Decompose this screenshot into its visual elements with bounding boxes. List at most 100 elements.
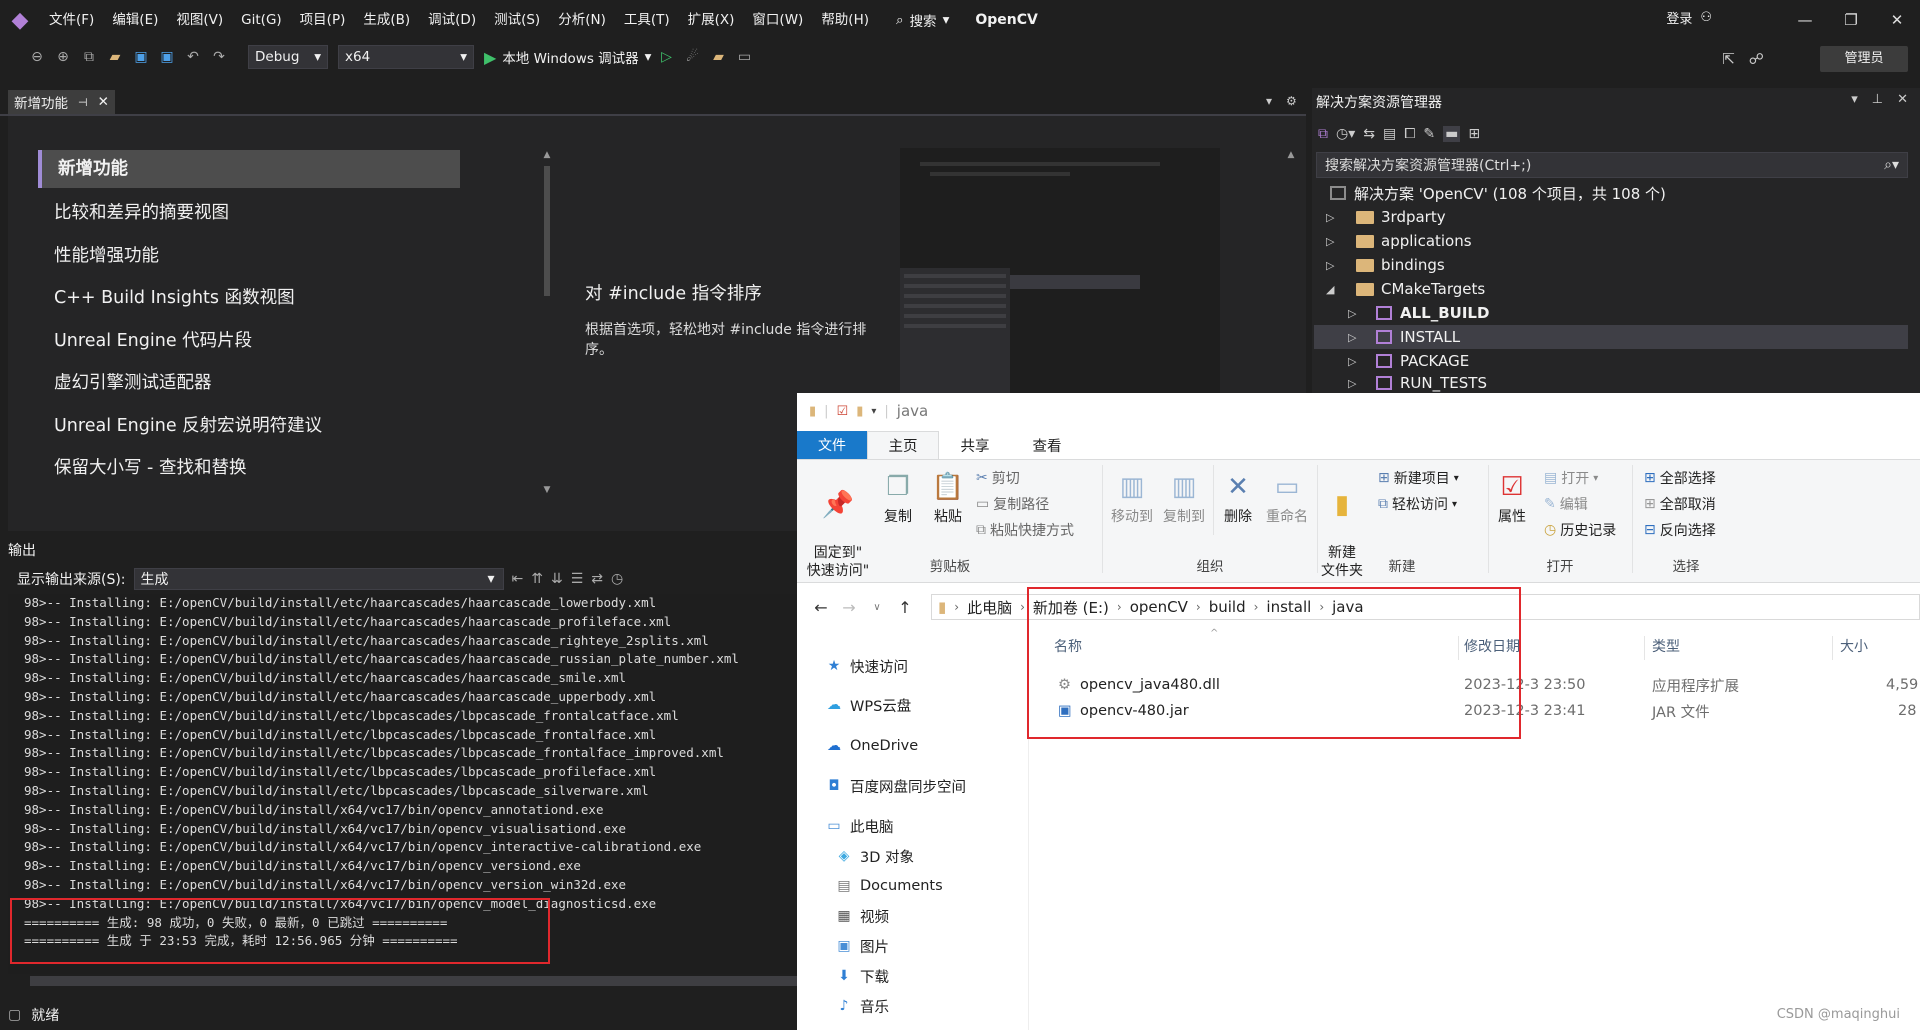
solution-search-input[interactable]: 搜索解决方案资源管理器(Ctrl+;) ⌕▾ — [1316, 152, 1908, 178]
whats-new-item[interactable]: 保留大小写 - 查找和替换 — [38, 447, 460, 490]
search-button[interactable]: ⌕ 搜索 ▾ — [888, 10, 957, 30]
tree-folder[interactable]: ▷ 3rdparty — [1326, 205, 1446, 229]
next-message-icon[interactable]: ⇊ — [551, 571, 563, 587]
clock-icon[interactable]: ◷ — [611, 571, 623, 587]
dropdown-icon[interactable]: ▾ — [1266, 94, 1272, 108]
undo-icon[interactable]: ↶ — [182, 46, 204, 68]
show-all-files-icon[interactable]: ⧠ — [1404, 126, 1415, 142]
menu-tools[interactable]: 工具(T) — [615, 0, 679, 40]
save-icon[interactable]: ▣ — [130, 46, 152, 68]
menu-edit[interactable]: 编辑(E) — [103, 0, 167, 40]
close-button[interactable]: ✕ — [1874, 11, 1920, 29]
properties-icon[interactable]: ☑ — [837, 404, 849, 419]
collapse-icon[interactable]: ◢ — [1326, 283, 1340, 296]
minimize-button[interactable]: — — [1782, 11, 1828, 29]
tree-folder[interactable]: ▷ applications — [1326, 229, 1472, 253]
horizontal-scrollbar[interactable] — [30, 976, 800, 986]
forward-icon[interactable]: ⊕ — [52, 46, 74, 68]
tree-folder[interactable]: ▷ bindings — [1326, 253, 1445, 277]
pin-icon[interactable]: ⊣ — [78, 96, 88, 109]
login-button[interactable]: 登录 ⚇ — [1666, 8, 1712, 27]
preview-scrollbar[interactable]: ▲ — [1284, 150, 1298, 395]
restore-button[interactable]: ❐ — [1828, 11, 1874, 29]
tree-project-selected[interactable]: ▷ INSTALL — [1314, 325, 1908, 349]
breadcrumb-item[interactable]: 此电脑 — [967, 597, 1012, 618]
gear-icon[interactable]: ⚙ — [1286, 94, 1297, 108]
prev-message-icon[interactable]: ⇈ — [531, 571, 543, 587]
solution-node[interactable]: 解决方案 'OpenCV' (108 个项目，共 108 个) — [1330, 181, 1666, 205]
nav-this-pc[interactable]: ▭ 此电脑 — [826, 814, 893, 838]
nav-videos[interactable]: ▦ 视频 — [836, 904, 889, 928]
column-type[interactable]: 类型 — [1652, 636, 1680, 656]
preview-icon[interactable]: ▬ — [1443, 126, 1461, 142]
start-without-debug-icon[interactable]: ▷ — [655, 46, 677, 68]
tree-folder[interactable]: ◢ CMakeTargets — [1326, 277, 1485, 301]
tree-project[interactable]: ▷ PACKAGE — [1348, 349, 1469, 373]
menu-window[interactable]: 窗口(W) — [743, 0, 812, 40]
tab-whats-new[interactable]: 新增功能 ⊣ ✕ — [8, 90, 115, 114]
new-folder-icon[interactable]: ▮ — [856, 404, 863, 419]
window-layout-icon[interactable]: ▭ — [733, 46, 755, 68]
nav-downloads[interactable]: ⬇ 下载 — [836, 964, 889, 988]
tab-file[interactable]: 文件 — [797, 431, 867, 459]
recent-dropdown-icon[interactable]: ∨ — [863, 602, 891, 613]
platform-dropdown[interactable]: x64 ▾ — [338, 45, 474, 69]
class-view-icon[interactable]: ⊞ — [1468, 126, 1480, 142]
whats-new-item[interactable]: 性能增强功能 — [38, 235, 460, 278]
properties-icon[interactable]: ✎ — [1423, 126, 1435, 142]
whats-new-item[interactable]: Unreal Engine 反射宏说明符建议 — [38, 405, 460, 448]
nav-onedrive[interactable]: ☁ OneDrive — [826, 734, 918, 758]
share-icon[interactable]: ⇱ — [1722, 50, 1735, 68]
save-all-icon[interactable]: ▣ — [156, 46, 178, 68]
forward-arrow-icon[interactable]: → — [835, 598, 863, 617]
close-icon[interactable]: ✕ — [98, 94, 109, 110]
folder-icon[interactable]: ▰ — [707, 46, 729, 68]
column-size[interactable]: 大小 — [1840, 636, 1868, 656]
menu-analyze[interactable]: 分析(N) — [549, 0, 615, 40]
menu-debug[interactable]: 调试(D) — [419, 0, 485, 40]
clear-all-icon[interactable]: ☰ — [571, 571, 584, 587]
run-debugger-button[interactable]: ▶ 本地 Windows 调试器 ▾ — [484, 47, 651, 68]
back-icon[interactable]: ⊖ — [26, 46, 48, 68]
word-wrap-icon[interactable]: ⇄ — [591, 571, 603, 587]
scrollbar-thumb[interactable] — [544, 166, 550, 296]
back-arrow-icon[interactable]: ← — [807, 598, 835, 617]
expand-icon[interactable]: ▷ — [1348, 307, 1362, 320]
expand-icon[interactable]: ▷ — [1326, 235, 1340, 248]
menu-file[interactable]: 文件(F) — [40, 0, 103, 40]
nav-3d-objects[interactable]: ◈ 3D 对象 — [836, 844, 914, 868]
new-item-icon[interactable]: ⧉ — [78, 46, 100, 68]
tab-share[interactable]: 共享 — [939, 431, 1011, 459]
up-arrow-icon[interactable]: ↑ — [891, 598, 919, 617]
tab-view[interactable]: 查看 — [1011, 431, 1083, 459]
whats-new-item[interactable]: Unreal Engine 代码片段 — [38, 320, 460, 363]
pin-icon[interactable]: ⊥ — [1872, 92, 1883, 107]
menu-build[interactable]: 生成(B) — [354, 0, 419, 40]
whats-new-item[interactable]: C++ Build Insights 函数视图 — [38, 277, 460, 320]
history-icon[interactable]: ◷▾ — [1336, 126, 1355, 142]
collapse-all-icon[interactable]: ▤ — [1383, 126, 1396, 142]
configuration-dropdown[interactable]: Debug ▾ — [248, 45, 328, 69]
sync-icon[interactable]: ⇆ — [1363, 126, 1375, 142]
expand-icon[interactable]: ▷ — [1348, 377, 1362, 390]
hot-reload-icon[interactable]: ☄ — [681, 46, 703, 68]
menu-test[interactable]: 测试(S) — [485, 0, 549, 40]
expand-icon[interactable]: ▷ — [1326, 259, 1340, 272]
output-source-dropdown[interactable]: 生成 ▾ — [133, 568, 504, 590]
dropdown-icon[interactable]: ▾ — [1851, 92, 1858, 107]
nav-quick-access[interactable]: ★ 快速访问 — [826, 654, 908, 678]
expand-icon[interactable]: ▷ — [1348, 331, 1362, 344]
nav-documents[interactable]: ▤ Documents — [836, 874, 942, 898]
nav-baidu[interactable]: ◘ 百度网盘同步空间 — [826, 774, 966, 798]
whats-new-item[interactable]: 新增功能 — [38, 150, 460, 188]
tab-home[interactable]: 主页 — [867, 431, 939, 459]
column-divider[interactable] — [1644, 636, 1645, 660]
menu-help[interactable]: 帮助(H) — [812, 0, 878, 40]
open-icon[interactable]: ▰ — [104, 46, 126, 68]
expand-icon[interactable]: ▷ — [1348, 355, 1362, 368]
redo-icon[interactable]: ↷ — [208, 46, 230, 68]
find-message-icon[interactable]: ⇤ — [512, 571, 524, 587]
switch-view-icon[interactable]: ⧉ — [1318, 126, 1328, 142]
whats-new-item[interactable]: 虚幻引擎测试适配器 — [38, 362, 460, 405]
menu-extensions[interactable]: 扩展(X) — [679, 0, 744, 40]
